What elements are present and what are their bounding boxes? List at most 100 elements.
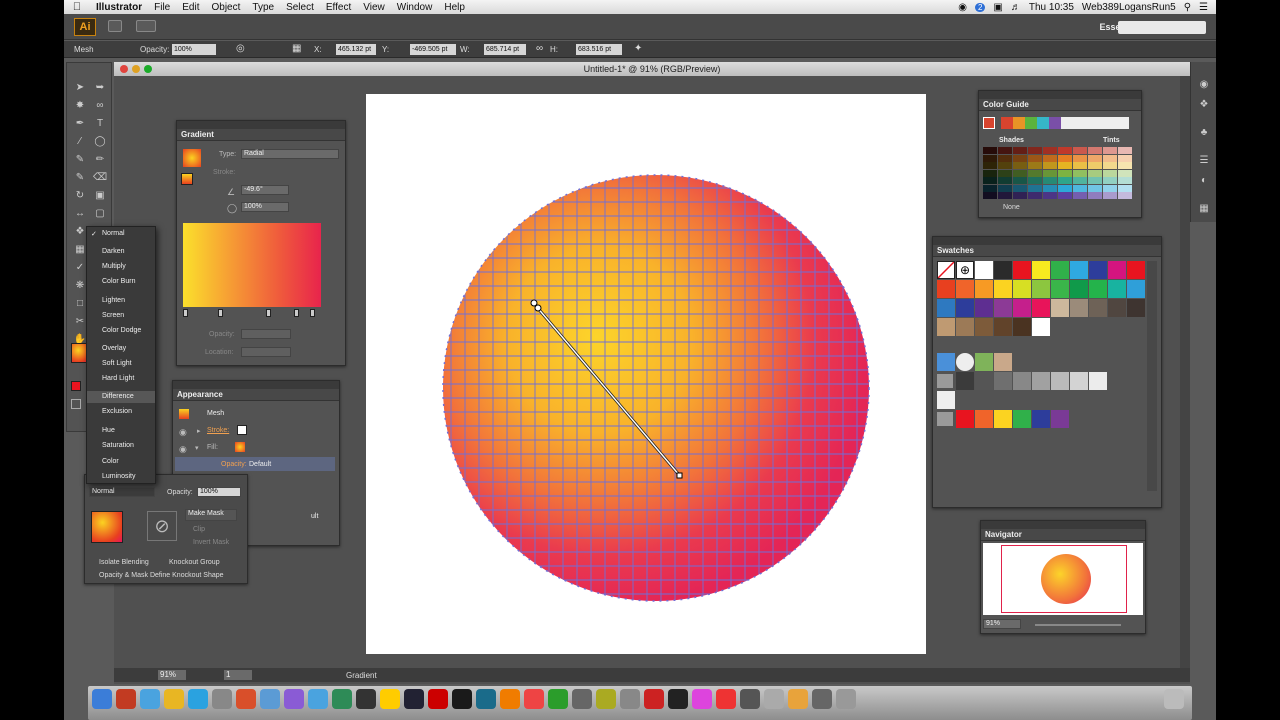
blob-brush-tool-icon[interactable]: ✎: [73, 171, 87, 185]
color-guide-cell[interactable]: [998, 147, 1012, 154]
group-swatch[interactable]: [1032, 410, 1050, 428]
menu-view[interactable]: View: [357, 2, 391, 13]
dock-app-icon[interactable]: [212, 689, 232, 709]
color-guide-cell[interactable]: [1058, 154, 1072, 162]
color-panel-icon[interactable]: ◉: [1197, 78, 1211, 92]
dock-app-icon[interactable]: [404, 689, 424, 709]
layers-icon[interactable]: ▦: [1197, 202, 1211, 216]
color-swatch[interactable]: [1032, 299, 1050, 317]
color-guide-cell[interactable]: [1058, 184, 1072, 192]
color-swatch[interactable]: [1013, 280, 1031, 298]
fill-stroke-indicator[interactable]: [181, 173, 193, 185]
recolor-icon[interactable]: ◎: [236, 43, 245, 54]
aspect-ratio-field[interactable]: 100%: [241, 202, 289, 212]
registration-swatch[interactable]: ⊕: [956, 261, 974, 279]
pencil-tool-icon[interactable]: ✏: [93, 153, 107, 167]
free-transform-tool-icon[interactable]: ▢: [93, 207, 107, 221]
gray-swatch[interactable]: [1032, 372, 1050, 390]
color-guide-cell[interactable]: [1088, 154, 1102, 162]
opacity-field[interactable]: 100%: [172, 44, 216, 55]
minimize-window-button[interactable]: [132, 65, 140, 73]
group-swatch[interactable]: [975, 410, 993, 428]
dock-app-icon[interactable]: [692, 689, 712, 709]
color-swatch[interactable]: [1051, 261, 1069, 279]
color-guide-cell[interactable]: [1073, 162, 1087, 169]
color-guide-cell[interactable]: [998, 184, 1012, 192]
pen-tool-icon[interactable]: ✒: [73, 117, 87, 131]
bridge-button[interactable]: [108, 20, 122, 32]
group-swatch[interactable]: [1051, 410, 1069, 428]
color-swatch[interactable]: [937, 280, 955, 298]
color-guide-cell[interactable]: [1088, 177, 1102, 184]
color-guide-cell[interactable]: [1058, 147, 1072, 154]
color-guide-cell[interactable]: [983, 169, 997, 177]
color-guide-cell[interactable]: [998, 192, 1012, 199]
navigator-preview[interactable]: [983, 543, 1143, 615]
expand-triangle-icon[interactable]: ▸: [197, 427, 201, 435]
blend-exclusion[interactable]: Exclusion: [102, 408, 132, 415]
dock-app-icon[interactable]: [548, 689, 568, 709]
dock-app-icon[interactable]: [164, 689, 184, 709]
navigator-zoom-field[interactable]: 91%: [983, 619, 1021, 629]
gray-swatch[interactable]: [994, 372, 1012, 390]
dock-app-icon[interactable]: [116, 689, 136, 709]
color-guide-cell[interactable]: [1103, 184, 1117, 192]
color-guide-cell[interactable]: [1058, 162, 1072, 169]
h-field[interactable]: 683.516 pt: [576, 44, 622, 55]
dock-app-icon[interactable]: [260, 689, 280, 709]
color-guide-icon[interactable]: ❖: [1197, 98, 1211, 112]
blend-color-burn[interactable]: Color Burn: [102, 278, 135, 285]
display-icon[interactable]: ▣: [993, 2, 1002, 13]
blend-darken[interactable]: Darken: [102, 248, 125, 255]
color-swatch[interactable]: [1013, 318, 1031, 336]
menu-edit[interactable]: Edit: [176, 2, 205, 13]
gray-swatch[interactable]: [975, 372, 993, 390]
color-swatch[interactable]: [994, 299, 1012, 317]
color-guide-cell[interactable]: [1028, 169, 1042, 177]
draw-mode-button[interactable]: [71, 399, 81, 409]
gradient-stop-3[interactable]: [294, 309, 300, 317]
line-tool-icon[interactable]: ⁄: [73, 135, 87, 149]
blend-multiply[interactable]: Multiply: [102, 263, 126, 270]
stroke-row-label[interactable]: Stroke:: [207, 427, 229, 434]
color-swatch[interactable]: [1127, 299, 1145, 317]
color-guide-cell[interactable]: [1058, 169, 1072, 177]
dock-app-icon[interactable]: [620, 689, 640, 709]
dock-app-icon[interactable]: [428, 689, 448, 709]
blend-soft-light[interactable]: Soft Light: [102, 360, 132, 367]
dock-app-icon[interactable]: [332, 689, 352, 709]
gradient-stop-1[interactable]: [217, 309, 223, 317]
color-guide-cell[interactable]: [1103, 162, 1117, 169]
gradient-panel-tab[interactable]: Gradient: [177, 129, 345, 141]
color-swatch[interactable]: [1051, 299, 1069, 317]
brushes-icon[interactable]: ♣: [1197, 126, 1211, 140]
shape-builder-tool-icon[interactable]: ❖: [73, 225, 87, 239]
navigator-zoom-slider[interactable]: [1035, 624, 1121, 626]
dock-app-icon[interactable]: [644, 689, 664, 709]
gradient-end-handle[interactable]: [676, 472, 683, 479]
arrange-documents-button[interactable]: [136, 20, 156, 32]
dock-app-icon[interactable]: [236, 689, 256, 709]
dock-app-icon[interactable]: [740, 689, 760, 709]
gray-swatch[interactable]: [956, 372, 974, 390]
angle-field[interactable]: -49.6°: [241, 185, 289, 195]
color-swatch[interactable]: [956, 299, 974, 317]
menu-window[interactable]: Window: [391, 2, 439, 13]
color-swatch[interactable]: [1070, 261, 1088, 279]
eraser-tool-icon[interactable]: ⌫: [93, 171, 107, 185]
color-swatch[interactable]: [1089, 261, 1107, 279]
color-swatch[interactable]: [1127, 280, 1145, 298]
color-guide-cell[interactable]: [1013, 162, 1027, 169]
color-guide-cell[interactable]: [998, 154, 1012, 162]
record-icon[interactable]: ◉: [958, 2, 967, 13]
blend-normal[interactable]: Normal: [102, 230, 125, 237]
gradient-preview-swatch[interactable]: [183, 149, 201, 167]
gradient-center-handle[interactable]: [534, 304, 542, 312]
color-guide-cell[interactable]: [1013, 169, 1027, 177]
reference-point-icon[interactable]: ▦: [292, 43, 301, 54]
color-swatch[interactable]: [975, 261, 993, 279]
w-field[interactable]: 685.714 pt: [484, 44, 526, 55]
color-guide-cell[interactable]: [1088, 184, 1102, 192]
color-guide-cell[interactable]: [983, 177, 997, 184]
menu-effect[interactable]: Effect: [320, 2, 357, 13]
